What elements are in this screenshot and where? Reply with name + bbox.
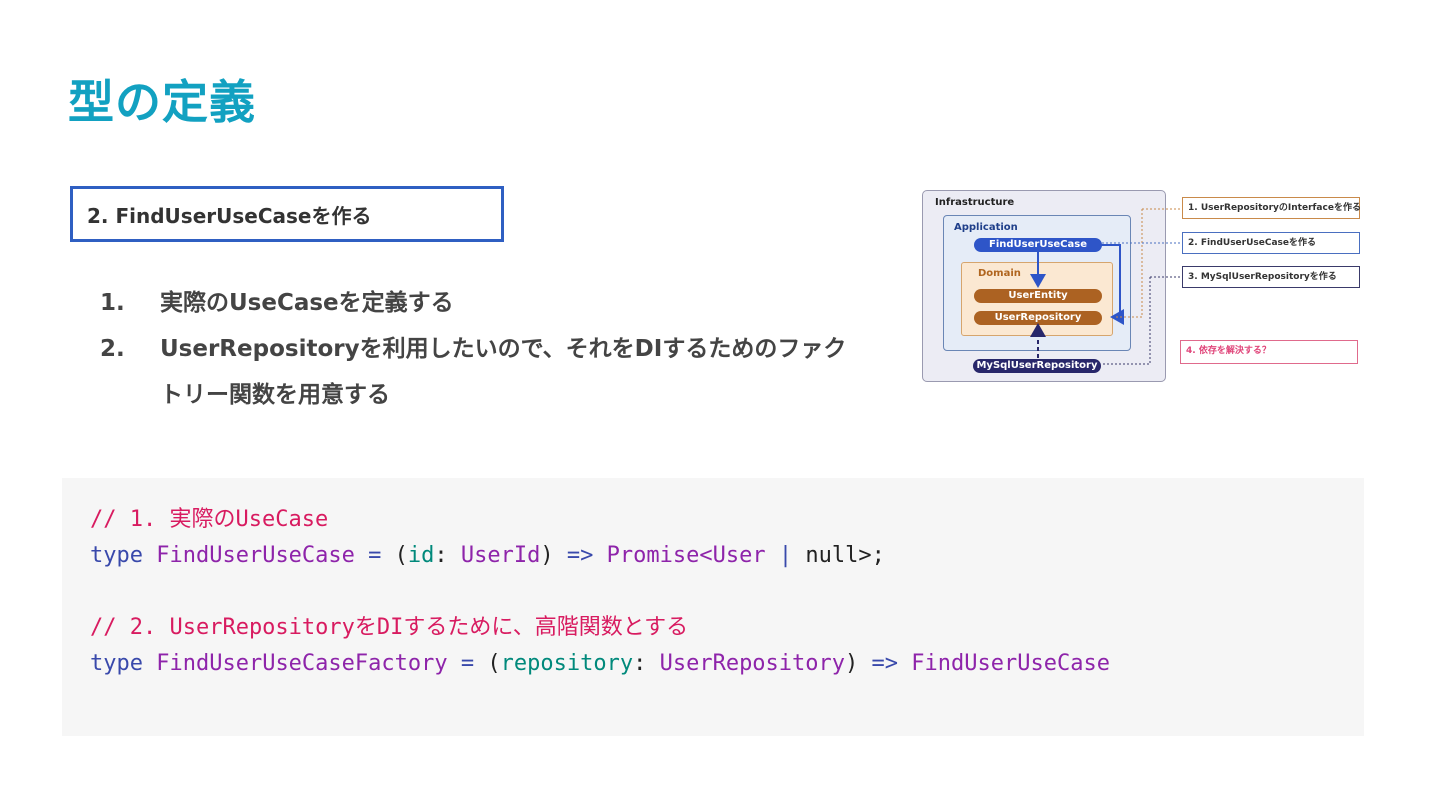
code-literal: null>;: [805, 543, 885, 568]
code-punctuation: ): [845, 651, 859, 676]
code-line: type FindUserUseCaseFactory = (repositor…: [90, 646, 1336, 682]
note-create-use-case: 2. FindUserUseCaseを作る: [1182, 232, 1360, 254]
current-step-box: 2. FindUserUseCaseを作る: [70, 186, 504, 242]
code-param: id: [407, 543, 435, 568]
code-param: repository: [500, 651, 634, 676]
code-operator: =: [368, 543, 382, 568]
note-create-interface: 1. UserRepositoryのInterfaceを作る: [1182, 197, 1361, 219]
use-case-to-repository-arrow: [1101, 244, 1124, 325]
code-punctuation: ): [540, 543, 554, 568]
code-operator: =>: [566, 543, 594, 568]
code-punctuation: (: [394, 543, 408, 568]
code-block: // 1. 実際のUseCase type FindUserUseCase = …: [62, 478, 1364, 736]
code-punctuation: :: [633, 651, 647, 676]
current-step-label: 2. FindUserUseCaseを作る: [87, 203, 372, 228]
note1-connector: [1114, 209, 1143, 318]
code-type-name: FindUserUseCaseFactory: [156, 651, 448, 676]
code-type-name: Promise<User: [606, 543, 766, 568]
code-keyword: type: [90, 543, 143, 568]
architecture-diagram: Infrastructure Application FindUserUseCa…: [918, 188, 1364, 388]
step-text: UserRepositoryを利用したいので、それをDIするためのファクトリー関…: [160, 336, 847, 408]
step-number: 2.: [100, 336, 125, 362]
step-number: 1.: [100, 290, 125, 316]
code-type-name: UserRepository: [659, 651, 846, 676]
code-punctuation: :: [434, 543, 448, 568]
code-operator: =>: [871, 651, 899, 676]
code-line: type FindUserUseCase = (id: UserId) => P…: [90, 538, 1336, 574]
step-text: 実際のUseCaseを定義する: [160, 290, 454, 316]
code-type-name: UserId: [460, 543, 541, 568]
code-type-name: FindUserUseCase: [911, 651, 1110, 676]
code-keyword: type: [90, 651, 143, 676]
code-type-name: FindUserUseCase: [156, 543, 355, 568]
code-operator: =: [460, 651, 475, 676]
code-operator: |: [778, 543, 793, 568]
slide-title: 型の定義: [68, 75, 256, 129]
note-resolve-dependency: 4. 依存を解決する？: [1180, 340, 1358, 364]
step-item: 2. UserRepositoryを利用したいので、それをDIするためのファクト…: [100, 326, 860, 418]
step-item: 1. 実際のUseCaseを定義する: [100, 280, 860, 326]
code-comment: // 2. UserRepositoryをDIするために、高階関数とする: [90, 615, 689, 640]
note-create-mysql-repository: 3. MySqlUserRepositoryを作る: [1182, 266, 1360, 288]
code-punctuation: (: [487, 651, 501, 676]
code-comment: // 1. 実際のUseCase: [90, 507, 329, 532]
step-list: 1. 実際のUseCaseを定義する 2. UserRepositoryを利用し…: [100, 280, 860, 418]
